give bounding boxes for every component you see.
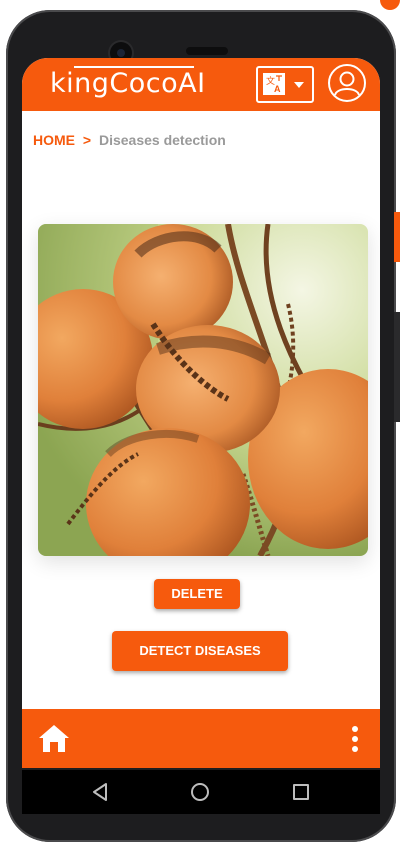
uploaded-coconut-image <box>38 224 368 556</box>
edge-strip <box>394 312 400 422</box>
breadcrumb-home-link[interactable]: HOME <box>33 132 75 148</box>
svg-text:A: A <box>274 84 281 94</box>
app-header: kingCocoAI 文 A <box>22 58 380 111</box>
profile-button[interactable] <box>328 64 366 102</box>
back-icon[interactable] <box>92 783 108 806</box>
more-vertical-icon[interactable] <box>352 726 358 752</box>
home-icon[interactable] <box>38 723 70 758</box>
caret-down-icon <box>294 82 304 88</box>
breadcrumb-separator: > <box>82 132 92 148</box>
app-logo: kingCocoAI <box>50 68 206 99</box>
system-navigation-bar <box>22 770 380 814</box>
delete-button[interactable]: DELETE <box>154 579 240 609</box>
recents-icon[interactable] <box>293 784 309 800</box>
home-circle-icon[interactable] <box>191 783 209 801</box>
translate-icon: 文 A <box>263 73 285 95</box>
language-selector-button[interactable]: 文 A <box>256 66 314 103</box>
detect-diseases-button[interactable]: DETECT DISEASES <box>112 631 288 671</box>
edge-accent <box>394 212 400 262</box>
bottom-app-bar <box>22 709 380 768</box>
corner-accent <box>380 0 400 10</box>
user-circle-icon <box>334 71 360 96</box>
earpiece-speaker <box>186 47 228 55</box>
app-screen: kingCocoAI 文 A HOME > Diseases detection <box>22 58 380 768</box>
breadcrumb-current: Diseases detection <box>98 132 226 148</box>
breadcrumb: HOME > Diseases detection <box>33 132 226 148</box>
